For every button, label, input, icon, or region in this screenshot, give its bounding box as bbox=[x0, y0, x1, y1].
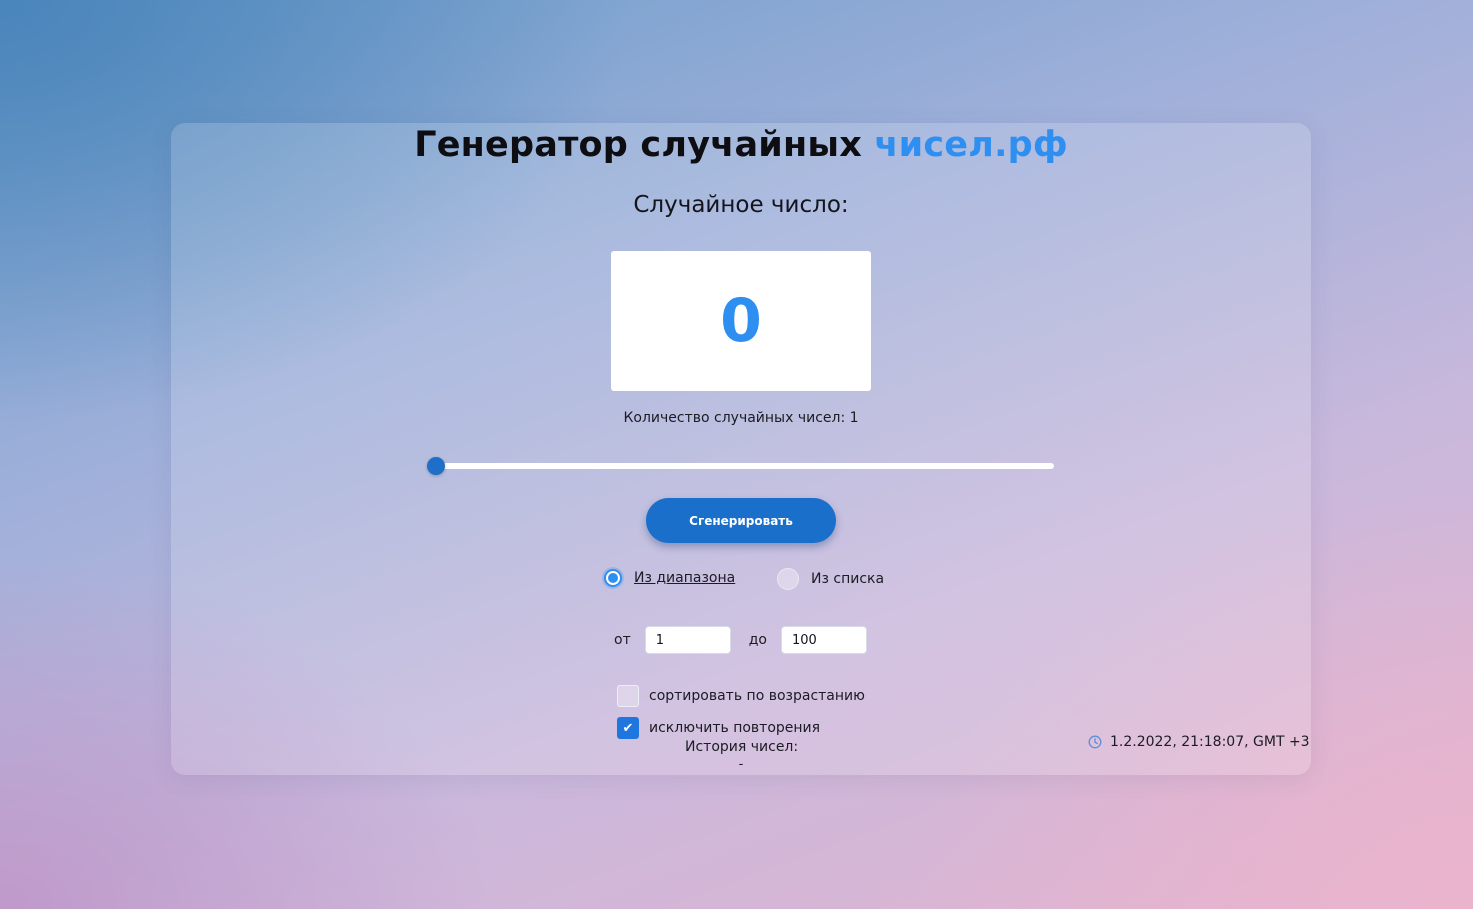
page-title: Генератор случайных чисел.рф bbox=[171, 125, 1311, 165]
title-accent: чисел.рф bbox=[874, 125, 1068, 165]
sort-label[interactable]: сортировать по возрастанию bbox=[649, 688, 865, 704]
radio-option-list[interactable]: Из списка bbox=[777, 568, 884, 590]
exclude-repeats-checkbox[interactable]: ✔ bbox=[617, 717, 639, 739]
range-to-input[interactable] bbox=[780, 626, 867, 654]
radio-list[interactable] bbox=[777, 568, 799, 590]
result-label: Случайное число: bbox=[633, 192, 849, 218]
range-from-input[interactable] bbox=[644, 626, 731, 654]
exclude-repeats-option[interactable]: ✔ исключить повторения bbox=[617, 717, 820, 739]
history-title: История чисел: bbox=[685, 739, 799, 755]
generator-card: Генератор случайных чисел.рф Случайное ч… bbox=[171, 123, 1311, 775]
exclude-repeats-label[interactable]: исключить повторения bbox=[649, 720, 820, 736]
title-main: Генератор случайных bbox=[414, 125, 875, 165]
sort-checkbox[interactable] bbox=[617, 685, 639, 707]
radio-dot bbox=[608, 573, 618, 583]
generate-button[interactable]: Сгенерировать bbox=[646, 498, 836, 543]
range-from-label: от bbox=[614, 632, 631, 648]
range-to-label: до bbox=[748, 632, 767, 648]
radio-range-label[interactable]: Из диапазона bbox=[634, 570, 735, 586]
count-slider-track[interactable] bbox=[436, 463, 1054, 469]
random-number-display: 0 bbox=[611, 251, 871, 391]
radio-option-range[interactable]: Из диапазона bbox=[604, 569, 735, 587]
clock-datetime: 1.2.2022, 21:18:07, GMT +3 bbox=[1110, 734, 1310, 750]
count-slider-handle[interactable] bbox=[427, 457, 445, 475]
clock-icon bbox=[1088, 735, 1102, 749]
radio-list-label[interactable]: Из списка bbox=[811, 571, 884, 587]
range-row: от до bbox=[614, 626, 867, 654]
check-icon: ✔ bbox=[622, 720, 634, 736]
sort-option[interactable]: сортировать по возрастанию bbox=[617, 685, 865, 707]
history-value: - bbox=[738, 757, 744, 772]
radio-range[interactable] bbox=[604, 569, 622, 587]
count-label: Количество случайных чисел: 1 bbox=[623, 410, 859, 426]
clock: 1.2.2022, 21:18:07, GMT +3 bbox=[1088, 734, 1310, 750]
